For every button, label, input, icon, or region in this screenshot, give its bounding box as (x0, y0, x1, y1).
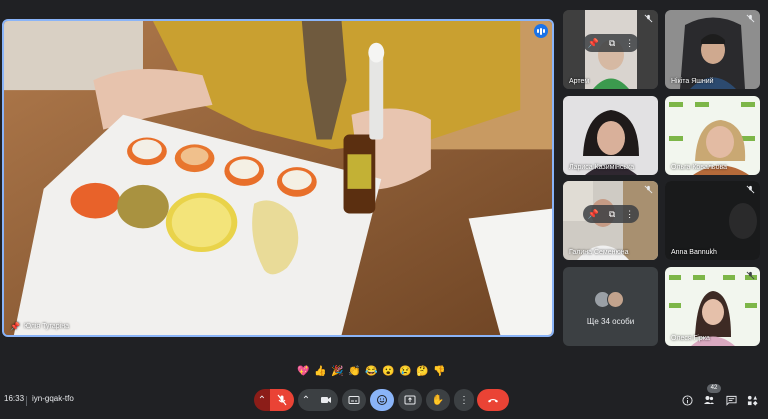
more-vert-icon: ⋮ (459, 394, 469, 406)
participant-tile[interactable]: Олеся Гірка (665, 267, 760, 346)
pin-icon[interactable]: 📌 (10, 322, 20, 331)
hangup-icon (488, 399, 498, 403)
participants-count-badge: 42 (707, 384, 721, 393)
chevron-up-icon: ⌃ (301, 394, 311, 406)
tile-controls[interactable]: 📌 ⧉ ⋮ (583, 205, 639, 223)
main-speaker-tile[interactable]: 📌 Юлія Тугаріна (2, 19, 554, 337)
mic-off-icon (746, 185, 755, 194)
reaction-party[interactable]: 🎉 (331, 364, 344, 379)
mic-off-icon (277, 394, 287, 406)
participant-tile[interactable]: 📌 ⧉ ⋮ Артем (563, 10, 658, 89)
more-participants-tile[interactable]: Ще 34 особи (563, 267, 658, 346)
meeting-code: iyn-gqak-tfo (32, 394, 74, 403)
reaction-thinking[interactable]: 🤔 (416, 364, 429, 379)
reactions-bar: 💖 👍 🎉 👏 😂 😮 😢 🤔 👎 (297, 364, 446, 379)
frame-icon[interactable]: ⧉ (609, 38, 615, 49)
tile-controls[interactable]: 📌 ⧉ ⋮ (583, 34, 639, 52)
mic-off-icon (644, 14, 653, 23)
more-options-icon[interactable]: ⋮ (625, 38, 634, 49)
avatar-group (594, 291, 624, 308)
reaction-laugh[interactable]: 😂 (365, 364, 378, 379)
present-icon (404, 395, 416, 405)
emoji-icon (377, 395, 387, 405)
camera-icon (321, 397, 331, 403)
main-speaker-name: 📌 Юлія Тугаріна (10, 322, 69, 331)
participant-name: Артем (569, 78, 590, 85)
participant-tile[interactable]: Нікіта Яшний (665, 10, 760, 89)
info-icon[interactable] (681, 394, 693, 406)
reaction-thumbs-up[interactable]: 👍 (314, 364, 327, 379)
participant-name: Нікіта Яшний (671, 78, 714, 85)
hand-icon: ✋ (431, 394, 445, 406)
pin-icon[interactable]: 📌 (588, 38, 599, 49)
frame-icon[interactable]: ⧉ (609, 209, 615, 220)
captions-icon (348, 396, 360, 404)
captions-button[interactable] (342, 389, 366, 411)
speaker-name-label: Юлія Тугаріна (23, 323, 69, 330)
activities-icon[interactable] (746, 394, 758, 406)
clock-time: 16:33 (4, 394, 25, 403)
reaction-clap[interactable]: 👏 (348, 364, 361, 379)
participant-name: Галина Семенюна (569, 249, 629, 256)
mic-off-icon (746, 14, 755, 23)
mic-off-icon (644, 185, 653, 194)
avatar (607, 291, 624, 308)
participant-tile[interactable]: Anna Bannukh (665, 181, 760, 260)
audio-options-button[interactable]: ⌃ (254, 389, 270, 411)
participant-name: Олеся Гірка (671, 335, 710, 342)
reaction-surprised[interactable]: 😮 (382, 364, 395, 379)
more-options-button[interactable]: ⋮ (454, 389, 474, 411)
reaction-heart[interactable]: 💖 (297, 364, 310, 379)
video-options-button[interactable]: ⌃ (298, 389, 314, 411)
participant-name: Лариса Казимінська (569, 164, 635, 171)
microphone-toggle-button[interactable] (270, 389, 294, 411)
speaker-video (4, 21, 552, 335)
participant-name: Anna Bannukh (671, 249, 717, 256)
people-icon[interactable] (703, 394, 715, 406)
reactions-button[interactable] (370, 389, 394, 411)
present-screen-button[interactable] (398, 389, 422, 411)
more-options-icon[interactable]: ⋮ (625, 209, 634, 220)
divider (26, 396, 27, 406)
participant-tile[interactable]: Ольга Ковальова (665, 96, 760, 175)
participant-name: Ольга Ковальова (671, 164, 727, 171)
participant-tile[interactable]: Лариса Казимінська (563, 96, 658, 175)
pin-icon[interactable]: 📌 (588, 209, 599, 220)
more-participants-label: Ще 34 особи (586, 317, 635, 326)
chevron-up-icon: ⌃ (257, 394, 267, 406)
reaction-sad[interactable]: 😢 (399, 364, 412, 379)
mic-off-icon (746, 271, 755, 280)
participant-tile[interactable]: 📌 ⧉ ⋮ Галина Семенюна (563, 181, 658, 260)
reaction-thumbs-down[interactable]: 👎 (433, 364, 446, 379)
raise-hand-button[interactable]: ✋ (426, 389, 450, 411)
leave-call-button[interactable] (477, 389, 509, 411)
chat-icon[interactable] (725, 394, 737, 406)
camera-toggle-button[interactable] (314, 389, 338, 411)
speaking-indicator-icon (534, 24, 548, 38)
